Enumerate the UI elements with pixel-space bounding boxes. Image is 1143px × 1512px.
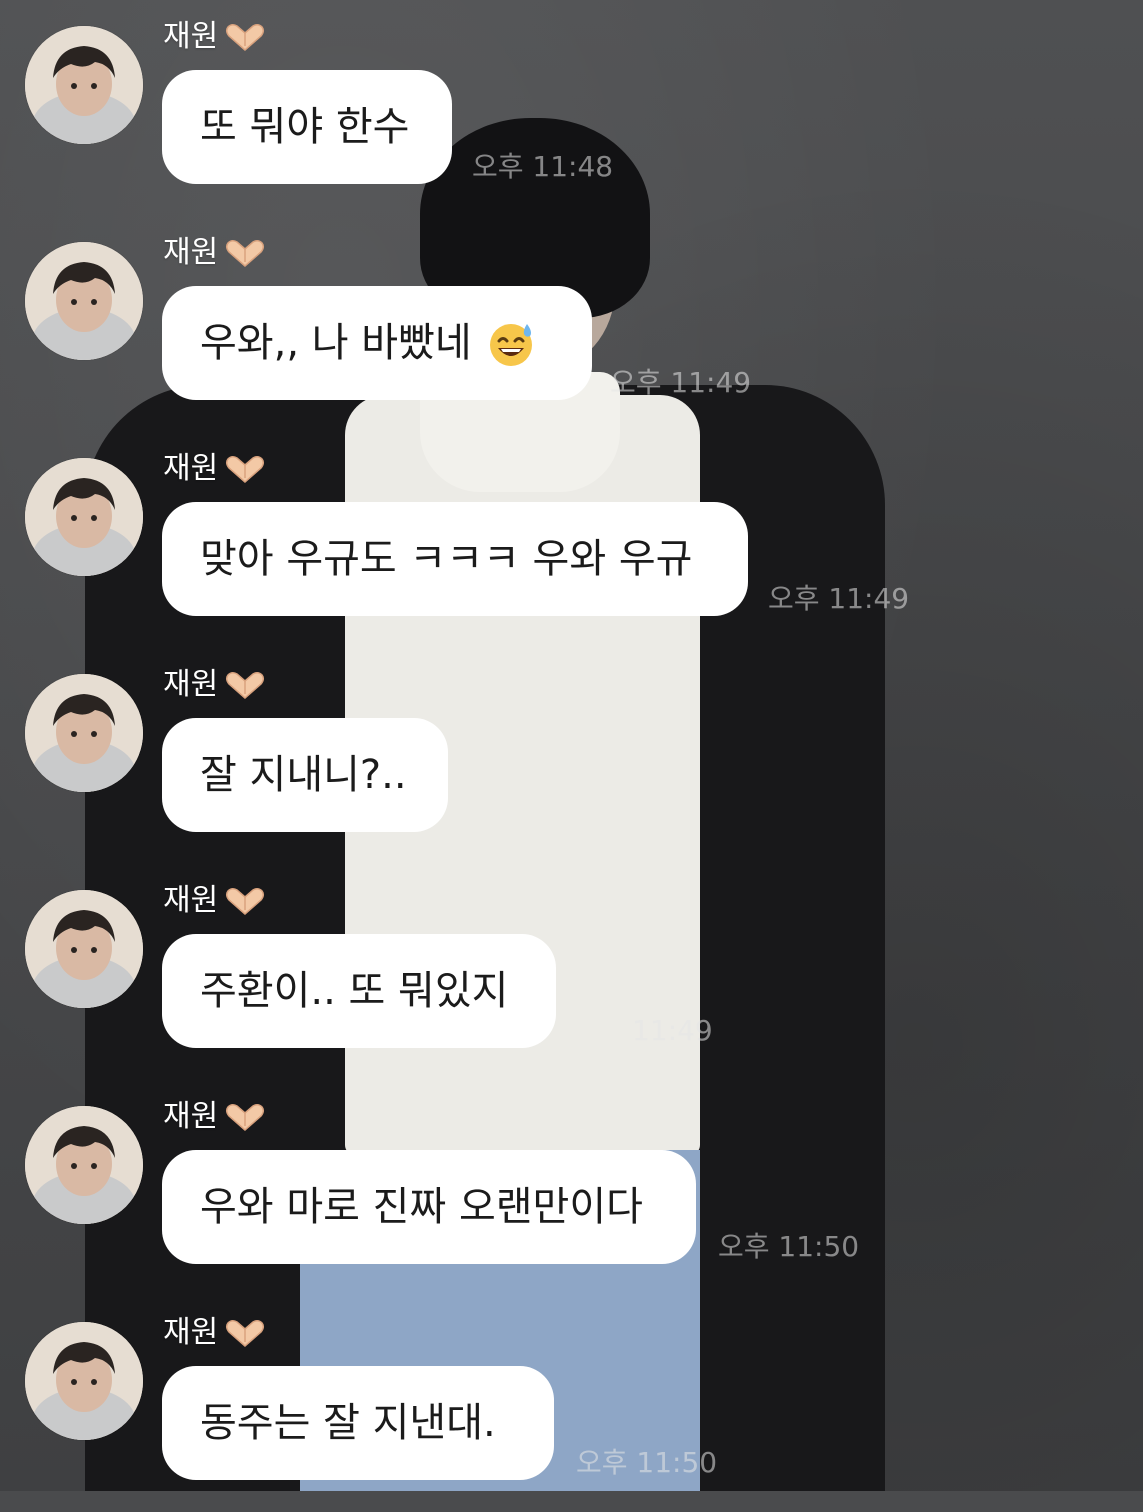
message-text: 맞아 우규도 ㅋㅋㅋ 우와 우규 <box>200 536 693 582</box>
finger-heart-hands-icon <box>224 238 266 268</box>
message-timestamp: 오후 11:49 <box>768 582 910 615</box>
message-text: 주환이.. 또 뭐있지 <box>200 968 509 1014</box>
chat-message: 재원 잘 지내니?.. <box>0 648 1143 864</box>
sender-label: 재원 <box>163 881 266 921</box>
profile-avatar-icon[interactable] <box>25 242 143 360</box>
finger-heart-hands-icon <box>224 1318 266 1348</box>
chat-message: 재원 동주는 잘 지낸대. 오후 11:50 <box>0 1296 1143 1512</box>
sender-label: 재원 <box>163 449 266 489</box>
sender-label: 재원 <box>163 1097 266 1137</box>
chat-message: 재원 우와 마로 진짜 오랜만이다 오후 11:50 <box>0 1080 1143 1296</box>
message-bubble[interactable]: 주환이.. 또 뭐있지 <box>162 934 556 1048</box>
profile-avatar-icon[interactable] <box>25 26 143 144</box>
sender-name: 재원 <box>163 1315 219 1350</box>
sender-name: 재원 <box>163 1099 219 1134</box>
message-text: 또 뭐야 한수 <box>200 104 410 150</box>
profile-avatar-icon[interactable] <box>25 674 143 792</box>
message-bubble[interactable]: 우와 마로 진짜 오랜만이다 <box>162 1150 696 1264</box>
sender-label: 재원 <box>163 1313 266 1353</box>
sender-label: 재원 <box>163 233 266 273</box>
finger-heart-hands-icon <box>224 22 266 52</box>
profile-avatar-icon[interactable] <box>25 890 143 1008</box>
message-bubble[interactable]: 또 뭐야 한수 <box>162 70 452 184</box>
finger-heart-hands-icon <box>224 670 266 700</box>
message-text: 우와,, 나 바빴네 <box>200 320 472 366</box>
message-timestamp: 오후 11:50 <box>718 1230 860 1263</box>
message-text: 잘 지내니?.. <box>200 752 407 798</box>
message-bubble[interactable]: 동주는 잘 지낸대. <box>162 1366 554 1480</box>
sender-name: 재원 <box>163 235 219 270</box>
profile-avatar-icon[interactable] <box>25 458 143 576</box>
finger-heart-hands-icon <box>224 1102 266 1132</box>
profile-avatar-icon[interactable] <box>25 1106 143 1224</box>
message-timestamp: 오후 11:48 <box>472 150 614 183</box>
sender-name: 재원 <box>163 19 219 54</box>
sender-name: 재원 <box>163 883 219 918</box>
sender-name: 재원 <box>163 667 219 702</box>
finger-heart-hands-icon <box>224 886 266 916</box>
message-bubble[interactable]: 잘 지내니?.. <box>162 718 448 832</box>
chat-message: 재원 주환이.. 또 뭐있지 11:49 <box>0 864 1143 1080</box>
message-timestamp: 오후 11:50 <box>576 1446 718 1479</box>
message-text: 우와 마로 진짜 오랜만이다 <box>200 1184 643 1230</box>
sender-label: 재원 <box>163 17 266 57</box>
chat-message: 재원 또 뭐야 한수 오후 11:48 <box>0 0 1143 216</box>
sender-name: 재원 <box>163 451 219 486</box>
chat-message: 재원 맞아 우규도 ㅋㅋㅋ 우와 우규 오후 11:49 <box>0 432 1143 648</box>
message-bubble[interactable]: 맞아 우규도 ㅋㅋㅋ 우와 우규 <box>162 502 748 616</box>
sender-label: 재원 <box>163 665 266 705</box>
finger-heart-hands-icon <box>224 454 266 484</box>
profile-avatar-icon[interactable] <box>25 1322 143 1440</box>
message-text: 동주는 잘 지낸대. <box>200 1400 496 1446</box>
message-bubble[interactable]: 우와,, 나 바빴네 <box>162 286 592 400</box>
message-timestamp: 11:49 <box>632 1014 713 1047</box>
sweat-smile-emoji-icon <box>486 318 536 368</box>
chat-message-list[interactable]: 재원 또 뭐야 한수 오후 11:48 재원 우와,, 나 바빴네 오후 11:… <box>0 0 1143 1491</box>
chat-message: 재원 우와,, 나 바빴네 오후 11:49 <box>0 216 1143 432</box>
message-timestamp: 오후 11:49 <box>610 366 752 399</box>
